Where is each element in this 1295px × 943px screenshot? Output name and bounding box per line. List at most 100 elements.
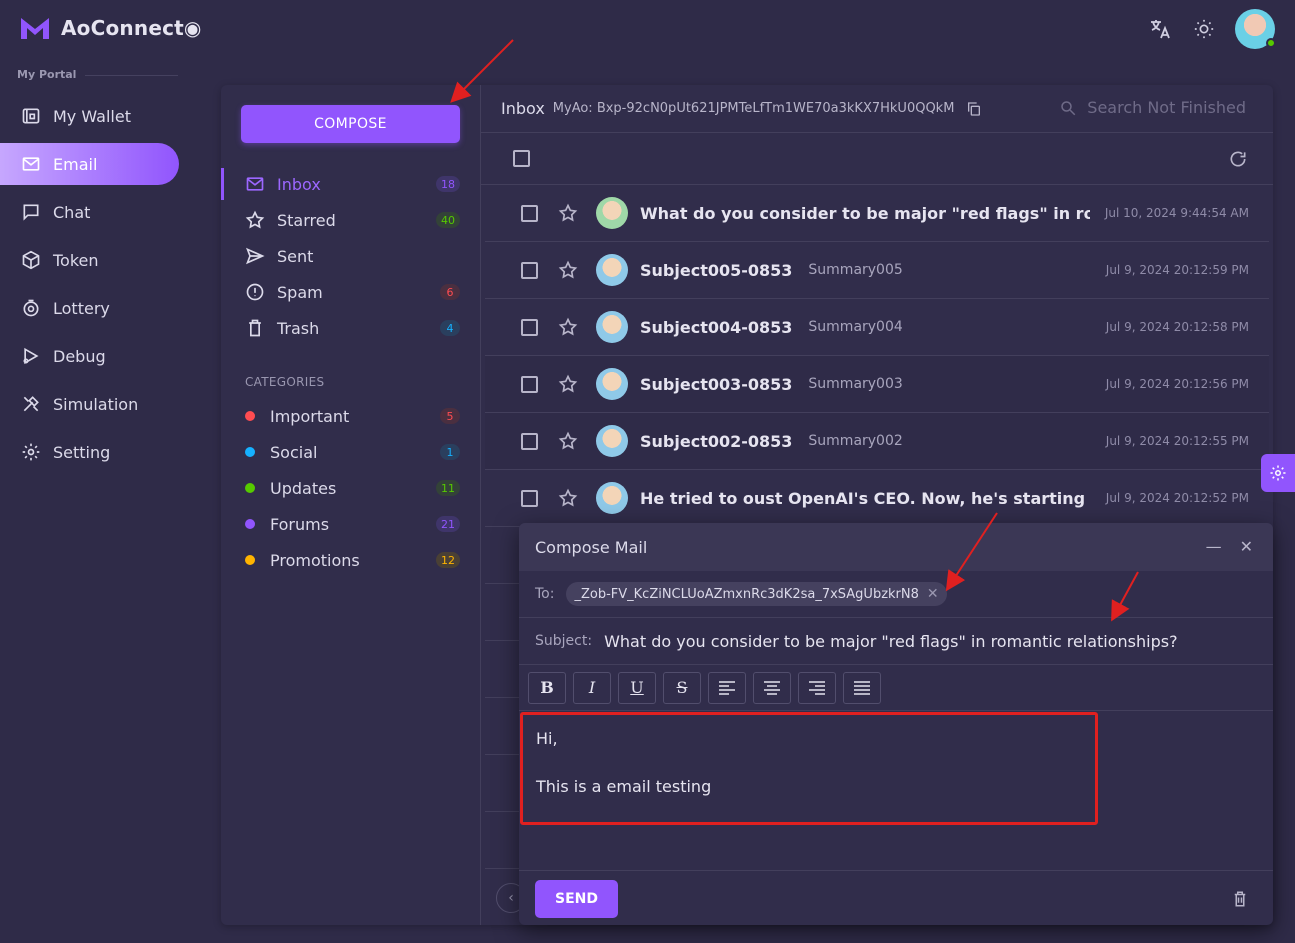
subject-field[interactable]: Subject: What do you consider to be majo…: [519, 618, 1273, 665]
annotation-highlight-box: [520, 712, 1098, 825]
bold-button[interactable]: B: [528, 671, 566, 704]
app-logo[interactable]: AoConnect◉: [19, 15, 202, 41]
align-center-button[interactable]: [753, 671, 791, 704]
mail-date: Jul 9, 2024 20:12:55 PM: [1105, 434, 1249, 448]
to-field[interactable]: To: _Zob-FV_KcZiNCLUoAZmxnRc3dK2sa_7xSAg…: [519, 571, 1273, 618]
mail-row[interactable]: He tried to oust OpenAI's CEO. Now, he's…: [485, 470, 1269, 527]
folder-count-badge: 6: [440, 284, 460, 300]
category-count-badge: 12: [436, 552, 460, 568]
subject-input[interactable]: What do you consider to be major "red fl…: [604, 632, 1178, 651]
search-icon: [1061, 100, 1076, 115]
sender-avatar: [596, 425, 628, 457]
search-bar[interactable]: Search Not Finished: [1059, 98, 1246, 117]
align-justify-button[interactable]: [843, 671, 881, 704]
mail-row-checkbox[interactable]: [521, 318, 538, 336]
underline-button[interactable]: U: [618, 671, 656, 704]
mail-row-checkbox[interactable]: [521, 489, 538, 507]
copy-icon[interactable]: [966, 101, 982, 117]
mail-row[interactable]: What do you consider to be major "red fl…: [485, 185, 1269, 242]
folder-inbox[interactable]: Inbox 18: [221, 166, 481, 202]
sidebar-item-debug[interactable]: Debug: [0, 335, 179, 377]
mail-row-checkbox[interactable]: [521, 204, 538, 222]
search-input[interactable]: Search Not Finished: [1087, 98, 1246, 117]
star-icon[interactable]: [558, 260, 578, 280]
star-icon[interactable]: [558, 203, 578, 223]
sidebar-item-lottery[interactable]: Lottery: [0, 287, 179, 329]
recipient-address: _Zob-FV_KcZiNCLUoAZmxnRc3dK2sa_7xSAgUbzk…: [574, 586, 919, 602]
mail-row-checkbox[interactable]: [521, 375, 538, 393]
category-dot: [245, 447, 255, 457]
sidebar-item-label: Setting: [53, 442, 111, 462]
folder-starred[interactable]: Starred 40: [221, 202, 481, 238]
mailbox-address: MyAo: Bxp-92cN0pUt621JPMTeLfTm1WE70a3kKX…: [552, 101, 955, 116]
category-updates[interactable]: Updates 11: [221, 470, 481, 506]
mail-row[interactable]: Subject003-0853 Summary003 Jul 9, 2024 20:…: [485, 356, 1269, 413]
align-left-icon: [719, 680, 735, 695]
mail-list-toolbar: [481, 133, 1273, 185]
remove-recipient-icon[interactable]: ✕: [927, 586, 939, 602]
minimize-icon[interactable]: —: [1206, 537, 1222, 556]
folder-sent[interactable]: Sent: [221, 238, 481, 274]
recipient-chip[interactable]: _Zob-FV_KcZiNCLUoAZmxnRc3dK2sa_7xSAgUbzk…: [566, 582, 947, 606]
italic-button[interactable]: I: [573, 671, 611, 704]
translate-icon[interactable]: [1147, 16, 1173, 42]
star-icon[interactable]: [558, 374, 578, 394]
sidebar-item-email[interactable]: Email: [0, 143, 179, 185]
sidebar-item-setting[interactable]: Setting: [0, 431, 179, 473]
category-label: Forums: [270, 514, 330, 534]
nav-section-title: My Portal: [17, 68, 77, 81]
sidebar-item-my-wallet[interactable]: My Wallet: [0, 95, 179, 137]
mail-row-checkbox[interactable]: [521, 261, 538, 279]
sender-avatar: [596, 254, 628, 286]
folder-count-badge: 4: [440, 320, 460, 336]
select-all-checkbox[interactable]: [513, 150, 530, 167]
email-sidebar: COMPOSE Inbox 18 Starred 40 Sent Spam 6: [221, 85, 481, 925]
category-dot: [245, 519, 255, 529]
gear-icon: [1270, 465, 1286, 481]
customizer-button[interactable]: [1261, 454, 1295, 492]
mail-subject: He tried to oust OpenAI's CEO. Now, he's…: [640, 488, 1090, 508]
sidebar-item-label: Simulation: [53, 394, 139, 414]
mail-date: Jul 9, 2024 20:12:52 PM: [1105, 491, 1249, 505]
folder-trash[interactable]: Trash 4: [221, 310, 481, 346]
mail-row-checkbox[interactable]: [521, 432, 538, 450]
strikethrough-button[interactable]: S: [663, 671, 701, 704]
sidebar-item-label: Lottery: [53, 298, 110, 318]
sidebar-item-label: Chat: [53, 202, 91, 222]
sidebar-item-label: My Wallet: [53, 106, 131, 126]
category-promotions[interactable]: Promotions 12: [221, 542, 481, 578]
sidebar-item-label: Debug: [53, 346, 106, 366]
mail-summary: Summary003: [808, 376, 903, 392]
mail-summary: Summary005: [808, 262, 903, 278]
compose-header: Compose Mail — ✕: [519, 523, 1273, 571]
theme-toggle-icon[interactable]: [1191, 16, 1217, 42]
discard-trash-icon[interactable]: [1231, 889, 1249, 909]
sidebar-item-chat[interactable]: Chat: [0, 191, 179, 233]
star-icon[interactable]: [558, 431, 578, 451]
mail-row[interactable]: Subject002-0853 Summary002 Jul 9, 2024 20:…: [485, 413, 1269, 470]
mail-subject: Subject003-0853: [640, 374, 793, 394]
compose-footer: SEND: [519, 870, 1273, 925]
mail-summary: Summary002: [808, 433, 903, 449]
folder-spam[interactable]: Spam 6: [221, 274, 481, 310]
align-right-button[interactable]: [798, 671, 836, 704]
category-important[interactable]: Important 5: [221, 398, 481, 434]
category-count-badge: 1: [440, 444, 460, 460]
star-icon[interactable]: [558, 488, 578, 508]
mail-row[interactable]: Subject005-0853 Summary005 Jul 9, 2024 20:…: [485, 242, 1269, 299]
to-label: To:: [535, 586, 555, 602]
sidebar-item-simulation[interactable]: Simulation: [0, 383, 179, 425]
sidebar-item-token[interactable]: Token: [0, 239, 179, 281]
send-button[interactable]: SEND: [535, 880, 618, 918]
star-icon[interactable]: [558, 317, 578, 337]
compose-button[interactable]: COMPOSE: [241, 105, 460, 143]
category-dot: [245, 411, 255, 421]
mail-row[interactable]: Subject004-0853 Summary004 Jul 9, 2024 20:…: [485, 299, 1269, 356]
category-forums[interactable]: Forums 21: [221, 506, 481, 542]
sender-avatar: [596, 482, 628, 514]
user-avatar[interactable]: [1235, 9, 1276, 49]
close-icon[interactable]: ✕: [1240, 537, 1253, 556]
category-social[interactable]: Social 1: [221, 434, 481, 470]
refresh-icon[interactable]: [1228, 149, 1248, 169]
align-left-button[interactable]: [708, 671, 746, 704]
